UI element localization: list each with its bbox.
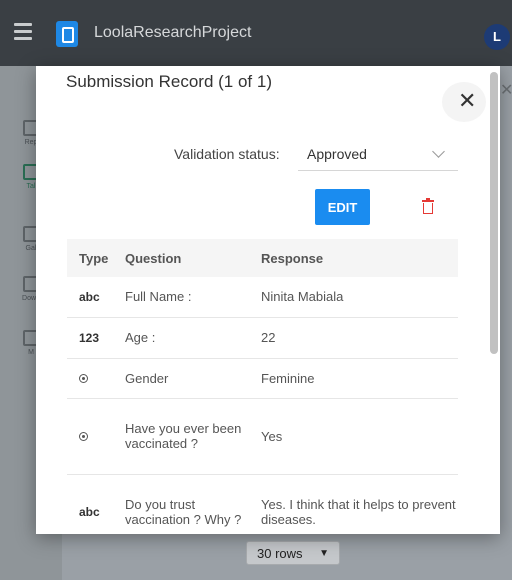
- rows-per-page-value: 30 rows: [257, 546, 303, 561]
- delete-icon[interactable]: [422, 198, 434, 214]
- number-type-icon: 123: [79, 330, 100, 345]
- validation-status-value: Approved: [307, 146, 367, 162]
- validation-status-label: Validation status:: [174, 146, 280, 162]
- text-type-icon: abc: [79, 505, 100, 519]
- type-cell: 123: [67, 317, 125, 359]
- submission-table: Type Question Response abc Full Name : N…: [67, 239, 458, 534]
- caret-down-icon: ▼: [319, 548, 329, 559]
- question-cell: Age :: [125, 317, 261, 359]
- table-row: abc Full Name : Ninita Mabiala: [67, 277, 458, 318]
- type-cell: abc: [67, 474, 125, 534]
- app-header: LoolaResearchProject L: [0, 0, 512, 66]
- close-button[interactable]: ✕: [442, 82, 486, 122]
- app-logo: [56, 21, 78, 47]
- question-cell: Have you ever been vaccinated ?: [125, 398, 261, 475]
- type-cell: [67, 358, 125, 399]
- table-row: Gender Feminine: [67, 358, 458, 399]
- response-cell: Ninita Mabiala: [261, 277, 458, 318]
- radio-icon: [79, 373, 88, 383]
- dialog-scrollbar[interactable]: [490, 72, 498, 354]
- table-row: abc Do you trust vaccination ? Why ? Yes…: [67, 474, 458, 534]
- table-header-row: Type Question Response: [67, 239, 458, 277]
- text-type-icon: abc: [79, 289, 100, 304]
- response-cell: Yes: [261, 398, 458, 475]
- dialog-title: Submission Record (1 of 1): [66, 72, 272, 91]
- hamburger-menu-icon[interactable]: [14, 23, 32, 40]
- response-cell: Feminine: [261, 358, 458, 399]
- rows-per-page-select[interactable]: 30 rows ▼: [246, 541, 340, 565]
- type-cell: abc: [67, 277, 125, 318]
- question-cell: Do you trust vaccination ? Why ?: [125, 474, 261, 534]
- background-close-icon: ✕: [500, 82, 512, 99]
- response-cell: Yes. I think that it helps to prevent di…: [261, 474, 458, 534]
- response-cell: 22: [261, 317, 458, 359]
- table-row: 123 Age : 22: [67, 317, 458, 359]
- chevron-down-icon: [432, 145, 445, 158]
- question-cell: Full Name :: [125, 277, 261, 318]
- type-cell: [67, 398, 125, 475]
- radio-icon: [79, 431, 88, 441]
- column-header-question: Question: [125, 239, 261, 277]
- question-cell: Gender: [125, 358, 261, 399]
- table-row: Have you ever been vaccinated ? Yes: [67, 398, 458, 475]
- submission-dialog: Submission Record (1 of 1) ✕ Validation …: [36, 66, 500, 534]
- avatar[interactable]: L: [484, 24, 510, 50]
- column-header-type: Type: [67, 239, 125, 277]
- validation-status-select[interactable]: Approved: [298, 138, 458, 171]
- close-icon: ✕: [458, 88, 477, 113]
- app-title: LoolaResearchProject: [94, 24, 252, 41]
- column-header-response: Response: [261, 239, 458, 277]
- edit-button[interactable]: EDIT: [315, 189, 370, 225]
